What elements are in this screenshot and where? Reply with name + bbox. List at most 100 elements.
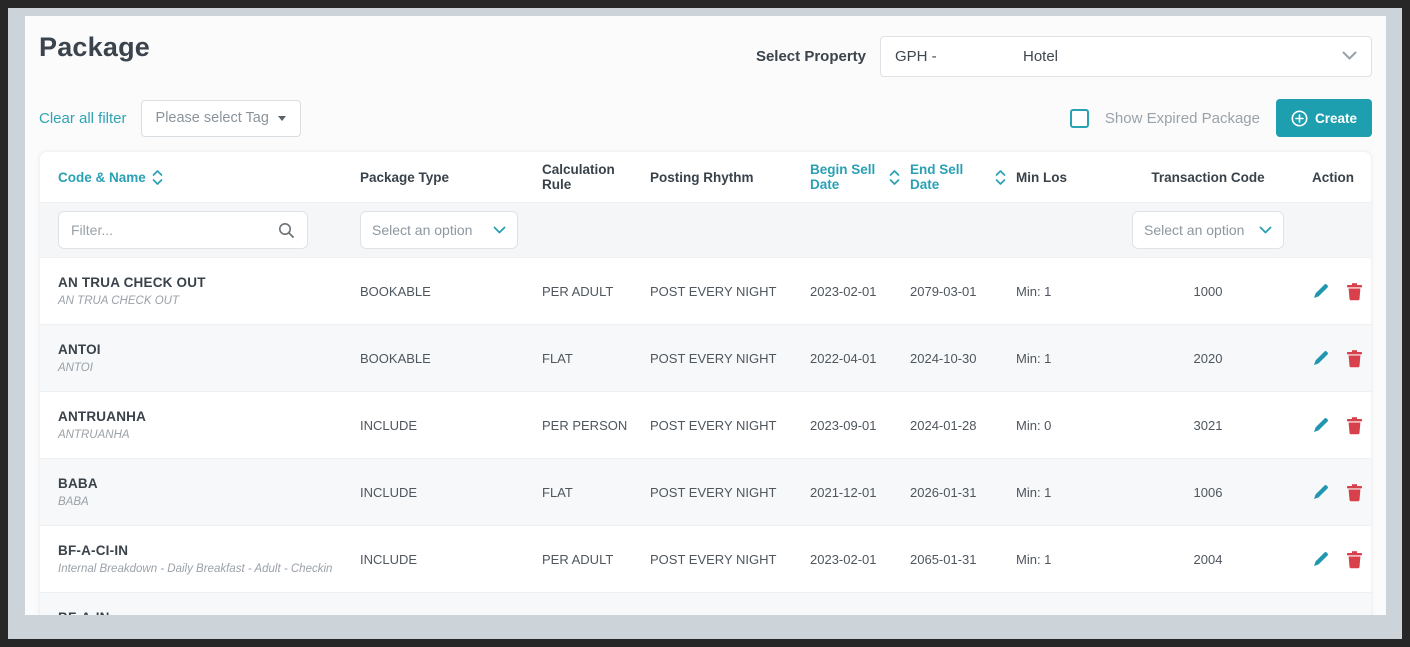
column-header-begin-sell-date[interactable]: Begin Sell Date — [810, 162, 900, 192]
property-select[interactable]: GPH - Hotel — [880, 36, 1372, 77]
chevron-down-icon — [1342, 48, 1357, 65]
calculation-rule-cell: FLAT — [542, 351, 640, 366]
window-frame: Package Select Property GPH - Hotel Clea… — [0, 0, 1410, 647]
name-filter-box — [58, 211, 308, 249]
property-code: GPH - — [895, 48, 1023, 65]
calculation-rule-cell: PER PERSON — [542, 418, 640, 433]
posting-rhythm-cell: POST EVERY NIGHT — [650, 351, 800, 366]
chevron-down-icon — [1259, 226, 1272, 235]
calculation-rule-cell: PER ADULT — [542, 284, 640, 299]
create-button[interactable]: Create — [1276, 99, 1372, 137]
begin-sell-date-cell: 2023-02-01 — [810, 552, 900, 567]
transaction-code-filter-select[interactable]: Select an option — [1132, 211, 1284, 249]
calculation-rule-cell: FLAT — [542, 485, 640, 500]
column-header-calculation-rule: Calculation Rule — [542, 162, 640, 192]
edit-pencil-icon[interactable] — [1312, 550, 1330, 568]
chevron-down-icon — [493, 226, 506, 235]
table-row: BF-A-IN BF-A-IN INCLUDE PER ADULT POST E… — [40, 593, 1371, 615]
property-selector-group: Select Property GPH - Hotel — [756, 36, 1372, 77]
package-name: BABA — [58, 496, 350, 508]
package-type-cell: BOOKABLE — [360, 284, 532, 299]
search-icon — [278, 222, 295, 239]
posting-rhythm-cell: POST EVERY NIGHT — [650, 418, 800, 433]
calculation-rule-cell: PER ADULT — [542, 552, 640, 567]
delete-trash-icon[interactable] — [1346, 550, 1363, 569]
posting-rhythm-cell: POST EVERY NIGHT — [650, 284, 800, 299]
page-title: Package — [39, 32, 150, 63]
create-button-label: Create — [1315, 111, 1357, 126]
delete-trash-icon[interactable] — [1346, 349, 1363, 368]
column-header-transaction-code: Transaction Code — [1114, 170, 1302, 185]
edit-pencil-icon[interactable] — [1312, 416, 1330, 434]
show-expired-checkbox[interactable] — [1070, 109, 1089, 128]
name-filter-input[interactable] — [71, 222, 278, 238]
package-name: ANTRUANHA — [58, 429, 350, 441]
min-los-cell: Min: 1 — [1016, 552, 1104, 567]
package-type-cell: INCLUDE — [360, 418, 532, 433]
min-los-cell: Min: 1 — [1016, 485, 1104, 500]
transaction-code-cell: 3021 — [1114, 418, 1302, 433]
transaction-code-cell: 1006 — [1114, 485, 1302, 500]
end-sell-date-cell: 2024-01-28 — [910, 418, 1006, 433]
code-name-cell: BF-A-IN BF-A-IN — [58, 610, 350, 615]
action-cell — [1312, 416, 1386, 435]
end-sell-date-cell: 2079-03-01 — [910, 284, 1006, 299]
package-name: Internal Breakdown - Daily Breakfast - A… — [58, 563, 350, 575]
table-row: BF-A-CI-IN Internal Breakdown - Daily Br… — [40, 526, 1371, 593]
caret-down-icon — [278, 116, 286, 121]
package-type-cell: BOOKABLE — [360, 351, 532, 366]
end-sell-date-cell: 2026-01-31 — [910, 485, 1006, 500]
tag-select-dropdown[interactable]: Please select Tag — [141, 100, 301, 137]
package-code: AN TRUA CHECK OUT — [58, 275, 350, 290]
code-name-cell: AN TRUA CHECK OUT AN TRUA CHECK OUT — [58, 275, 350, 307]
transaction-code-cell: 2004 — [1114, 552, 1302, 567]
code-name-cell: ANTRUANHA ANTRUANHA — [58, 409, 350, 441]
tag-select-label: Please select Tag — [156, 110, 269, 126]
code-name-cell: BF-A-CI-IN Internal Breakdown - Daily Br… — [58, 543, 350, 575]
edit-pencil-icon[interactable] — [1312, 282, 1330, 300]
edit-pencil-icon[interactable] — [1312, 349, 1330, 367]
action-cell — [1312, 550, 1386, 569]
end-sell-date-cell: 2024-10-30 — [910, 351, 1006, 366]
begin-sell-date-cell: 2023-09-01 — [810, 418, 900, 433]
package-type-cell: INCLUDE — [360, 552, 532, 567]
begin-sell-date-cell: 2021-12-01 — [810, 485, 900, 500]
plus-circle-icon — [1291, 110, 1308, 127]
package-table: Code & Name Package Type Calculation Rul… — [39, 151, 1372, 615]
package-name: AN TRUA CHECK OUT — [58, 295, 350, 307]
min-los-cell: Min: 1 — [1016, 351, 1104, 366]
table-row: ANTRUANHA ANTRUANHA INCLUDE PER PERSON P… — [40, 392, 1371, 459]
package-type-filter-select[interactable]: Select an option — [360, 211, 518, 249]
action-cell — [1312, 282, 1386, 301]
property-name: Hotel — [1023, 48, 1342, 65]
package-type-cell: INCLUDE — [360, 485, 532, 500]
package-code: BABA — [58, 476, 350, 491]
table-row: AN TRUA CHECK OUT AN TRUA CHECK OUT BOOK… — [40, 258, 1371, 325]
action-cell — [1312, 483, 1386, 502]
code-name-cell: BABA BABA — [58, 476, 350, 508]
package-code: BF-A-CI-IN — [58, 543, 350, 558]
delete-trash-icon[interactable] — [1346, 483, 1363, 502]
sort-chevrons-icon — [995, 169, 1006, 186]
min-los-cell: Min: 0 — [1016, 418, 1104, 433]
table-filter-row: Select an option Select an option — [40, 202, 1371, 258]
posting-rhythm-cell: POST EVERY NIGHT — [650, 485, 800, 500]
column-header-min-los: Min Los — [1016, 170, 1104, 185]
delete-trash-icon[interactable] — [1346, 416, 1363, 435]
package-page: Package Select Property GPH - Hotel Clea… — [25, 16, 1386, 615]
column-header-posting-rhythm: Posting Rhythm — [650, 170, 800, 185]
package-code: BF-A-IN — [58, 610, 350, 615]
package-name: ANTOI — [58, 362, 350, 374]
end-sell-date-cell: 2065-01-31 — [910, 552, 1006, 567]
package-code: ANTOI — [58, 342, 350, 357]
delete-trash-icon[interactable] — [1346, 282, 1363, 301]
column-header-package-type: Package Type — [360, 170, 532, 185]
property-selector-label: Select Property — [756, 48, 866, 65]
column-header-end-sell-date[interactable]: End Sell Date — [910, 162, 1006, 192]
min-los-cell: Min: 1 — [1016, 284, 1104, 299]
clear-all-filter-link[interactable]: Clear all filter — [39, 110, 127, 127]
page-header: Package Select Property GPH - Hotel — [39, 32, 1372, 77]
column-header-code-name[interactable]: Code & Name — [58, 169, 350, 186]
transaction-code-cell: 1000 — [1114, 284, 1302, 299]
edit-pencil-icon[interactable] — [1312, 483, 1330, 501]
